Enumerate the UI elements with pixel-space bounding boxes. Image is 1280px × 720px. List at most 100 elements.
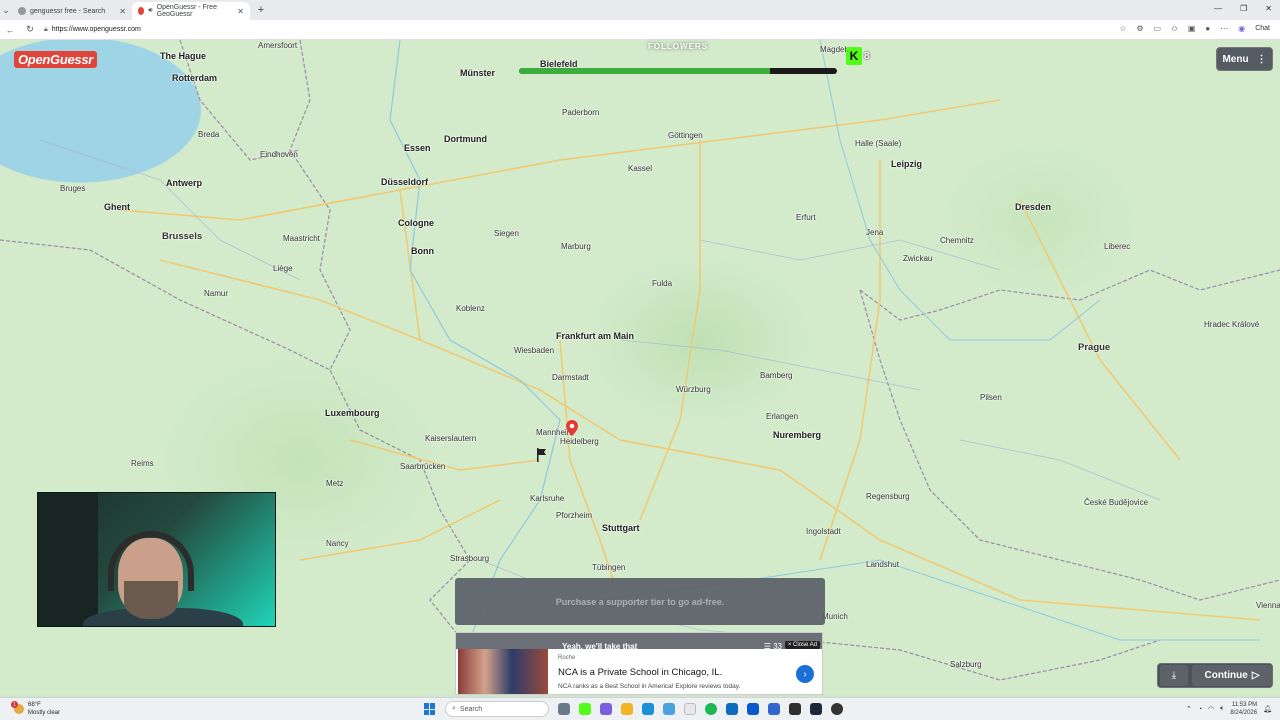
close-window-button[interactable]: ✕ (1265, 4, 1272, 13)
download-icon[interactable]: ⤓ (1160, 665, 1188, 686)
city-label: Maastricht (283, 234, 320, 243)
city-label: Eindhoven (260, 150, 298, 159)
reload-icon[interactable]: ↻ (24, 24, 36, 35)
extensions-icon[interactable]: ⚙ (1136, 24, 1143, 33)
tab-actions-icon[interactable]: ⌄ (0, 5, 12, 16)
copilot-icon[interactable]: ◉ (1238, 24, 1245, 33)
favorite-star-icon[interactable]: ☆ (1119, 24, 1126, 33)
tab-label: genguessr free - Search (30, 7, 106, 15)
spotify-icon[interactable] (705, 703, 717, 715)
favorites-icon[interactable]: ✩ (1171, 24, 1178, 33)
close-ad-button[interactable]: × Close Ad (784, 641, 820, 649)
network-icon[interactable]: ◔ (1198, 706, 1202, 713)
city-label: Kaiserslautern (425, 434, 477, 443)
wifi-icon[interactable]: ◠ (1208, 705, 1214, 713)
terminal-icon[interactable] (789, 703, 801, 715)
ad-title[interactable]: NCA is a Private School in Chicago, IL. (558, 667, 722, 678)
city-label: Bonn (411, 246, 434, 256)
search-icon: ⌕ (452, 705, 456, 712)
city-label: Pilsen (980, 393, 1002, 402)
continue-button[interactable]: Continue ▷ (1192, 665, 1272, 686)
weather-widget[interactable]: 1 68°F Mostly clear (11, 701, 60, 717)
copilot-app-icon[interactable] (600, 703, 612, 715)
notepad-icon[interactable] (684, 703, 696, 715)
app-icon[interactable] (831, 703, 843, 715)
collections-icon[interactable]: ▣ (1188, 24, 1196, 33)
city-label: Nuremberg (773, 430, 822, 440)
back-icon[interactable]: ← (4, 25, 16, 35)
clock[interactable]: 11:53 PM 8/24/2026 (1230, 701, 1257, 717)
notifications-icon[interactable]: 🔔︎ (1263, 705, 1272, 713)
city-label: Stuttgart (602, 523, 640, 533)
city-label: Fulda (652, 279, 673, 288)
window-controls: — ❐ ✕ (1214, 4, 1272, 13)
city-label: Landshut (866, 560, 899, 569)
taskbar-search[interactable]: ⌕ Search (445, 701, 549, 717)
tray-chevron-icon[interactable]: ⌃ (1186, 705, 1192, 713)
clock-time: 11:53 PM (1231, 702, 1258, 708)
store-icon[interactable] (663, 703, 675, 715)
city-label: The Hague (160, 51, 207, 61)
city-label: Metz (326, 479, 344, 488)
city-label: Liège (273, 264, 293, 273)
volume-icon[interactable]: 🔈︎ (1220, 705, 1224, 713)
audio-playing-icon[interactable]: 🔊︎ (148, 7, 152, 15)
profile-icon[interactable]: ● (1205, 24, 1210, 33)
ad-header-text: Yeah, we'll take that (562, 642, 638, 651)
outlook-icon[interactable] (726, 703, 738, 715)
url-field[interactable]: 🔒︎ https://www.openguessr.com (44, 26, 141, 34)
followers-label: FOLLOWERS (647, 42, 709, 51)
file-explorer-icon[interactable] (621, 703, 633, 715)
menu-button[interactable]: Menu ⋮ (1216, 47, 1273, 71)
tab-openguessr[interactable]: 🔊︎ OpenGuessr - Free GeoGuessr ✕ (132, 2, 250, 20)
map-pin-icon[interactable] (566, 420, 578, 436)
city-label: Breda (198, 130, 220, 139)
kick-count: 8 (864, 50, 870, 62)
chat-button[interactable]: Chat (1255, 25, 1270, 32)
edge-icon[interactable] (642, 703, 654, 715)
city-label: Regensburg (866, 492, 910, 501)
ad-count-value: 33 (773, 642, 782, 651)
steam-icon[interactable] (810, 703, 822, 715)
city-label: Dresden (1015, 202, 1052, 212)
followers-progress-bar (519, 68, 837, 74)
calendar-icon[interactable] (747, 703, 759, 715)
city-label: Würzburg (676, 385, 711, 394)
openguessr-logo[interactable]: OpenGuessr (14, 51, 98, 68)
minimize-button[interactable]: — (1214, 4, 1222, 13)
ad-arrow-icon[interactable]: › (796, 665, 814, 683)
ad-unit[interactable]: Yeah, we'll take that ☰ 33 × Close Ad Ro… (455, 632, 823, 695)
notification-badge: 1 (11, 701, 18, 708)
windows-start-icon[interactable] (424, 703, 436, 715)
tab-search[interactable]: genguessr free - Search ✕ (12, 2, 132, 20)
ad-sponsor: Roche (558, 655, 576, 661)
adfree-banner[interactable]: Purchase a supporter tier to go ad-free. (455, 578, 825, 625)
city-label: Essen (404, 143, 431, 153)
city-label: Antwerp (166, 178, 202, 188)
split-screen-icon[interactable]: ▭ (1154, 24, 1162, 33)
kick-app-icon[interactable] (579, 703, 591, 715)
actual-location-flag-icon (537, 448, 546, 462)
city-label: Göttingen (668, 131, 703, 140)
ad-image[interactable] (458, 649, 548, 694)
task-view-icon[interactable] (558, 703, 570, 715)
more-icon[interactable]: ⋯ (1220, 24, 1228, 33)
city-label: Marburg (561, 242, 591, 251)
city-label: Ingolstadt (806, 527, 841, 536)
close-tab-icon[interactable]: ✕ (119, 7, 126, 16)
city-label: Tübingen (592, 563, 626, 572)
windows-taskbar: 1 68°F Mostly clear ⌕ Search ⌃ ◔ ◠ 🔈︎ 11… (0, 697, 1280, 720)
followers-goal-widget: FOLLOWERS (519, 40, 837, 76)
tab-label: OpenGuessr - Free GeoGuessr (156, 4, 217, 18)
maximize-button[interactable]: ❐ (1240, 4, 1247, 13)
city-label: Heidelberg (560, 437, 599, 446)
city-label: Koblenz (456, 304, 485, 313)
close-tab-icon[interactable]: ✕ (237, 7, 244, 16)
city-label: Namur (204, 289, 229, 298)
new-tab-button[interactable]: + (254, 3, 268, 17)
weather-temp: 68°F (28, 702, 41, 708)
city-label: Wiesbaden (514, 346, 555, 355)
menu-label: Menu (1222, 53, 1249, 65)
obs-icon[interactable] (768, 703, 780, 715)
taskbar-apps: ⌕ Search (424, 701, 843, 717)
